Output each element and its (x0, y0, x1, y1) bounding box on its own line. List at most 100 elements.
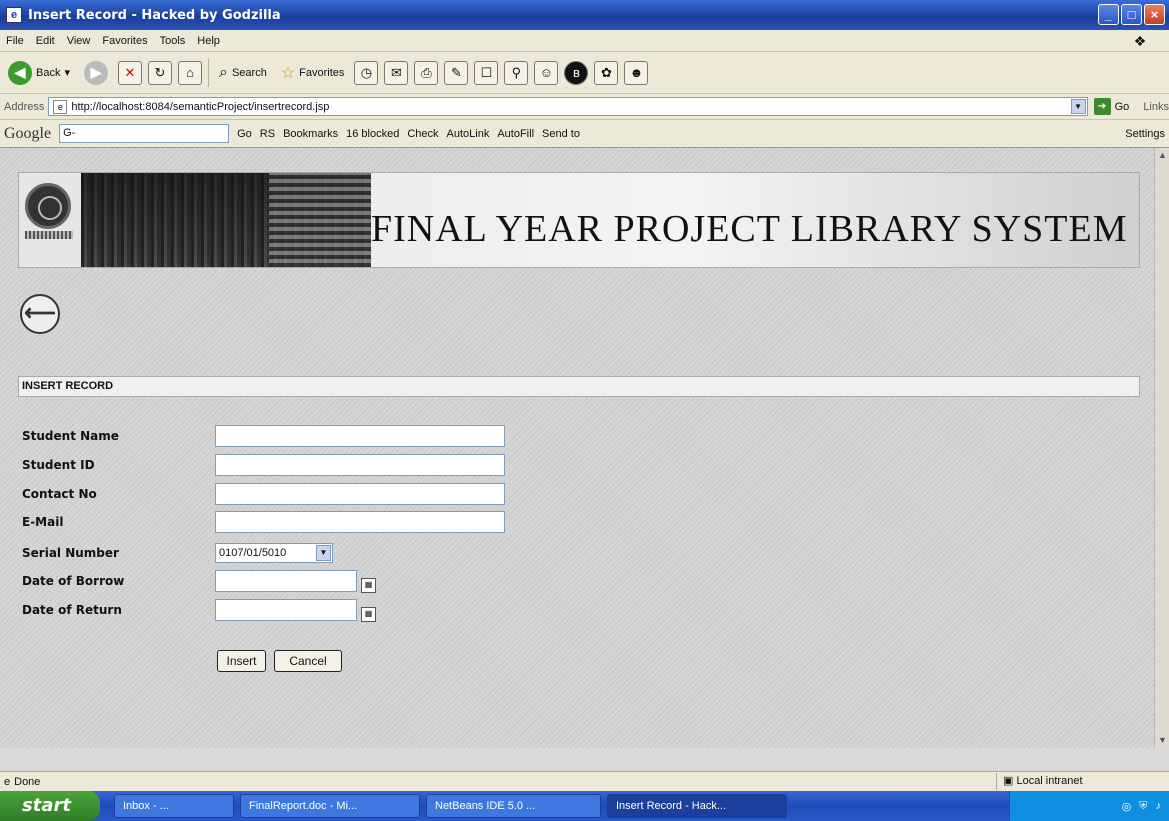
autofill-button[interactable]: AutoFill (497, 128, 534, 140)
menu-bar: File Edit View Favorites Tools Help ❖ (0, 30, 1169, 52)
back-arrow-icon: ◀ (8, 60, 32, 85)
go-arrow-icon: ➔ (1093, 98, 1111, 115)
history-icon[interactable]: ◷ (354, 60, 379, 85)
email-label: E-Mail (22, 515, 64, 529)
favorites-label: Favorites (299, 66, 345, 79)
scroll-up-icon[interactable]: ▲ (1155, 148, 1169, 163)
minimize-button[interactable]: _ (1098, 4, 1119, 25)
window-controls: _ □ × (1098, 4, 1165, 25)
send-to-button[interactable]: Send to (542, 128, 580, 140)
page-icon: e (53, 99, 68, 114)
menu-file[interactable]: File (6, 35, 24, 47)
research-icon[interactable]: ⚲ (504, 60, 529, 85)
date-borrow-row: Date of Borrow ▦ (22, 569, 376, 593)
star-icon: ☆ (280, 64, 296, 82)
student-id-row: Student ID (22, 453, 505, 477)
menu-view[interactable]: View (67, 35, 91, 47)
google-go-button[interactable]: Go (237, 128, 252, 140)
close-button[interactable]: × (1144, 4, 1165, 25)
windows-logo-icon: ❖ (1133, 33, 1147, 49)
student-name-row: Student Name (22, 424, 505, 448)
email-row: E-Mail (22, 510, 505, 534)
calendar-icon[interactable]: ▦ (361, 577, 376, 593)
favorites-button[interactable]: ☆ Favorites (277, 58, 349, 88)
serial-number-label: Serial Number (22, 546, 119, 560)
stop-icon[interactable]: ✕ (118, 60, 142, 85)
spell-check-button[interactable]: Check (407, 128, 438, 140)
insert-button[interactable]: Insert (217, 650, 266, 672)
address-field[interactable]: e http://localhost:8084/semanticProject/… (48, 97, 1088, 116)
system-tray: ◎ ⛨ ♪ (1009, 791, 1169, 821)
popup-blocker-button[interactable]: 16 blocked (346, 128, 399, 140)
people-icon[interactable]: ☻ (624, 60, 649, 85)
email-input[interactable] (215, 511, 505, 533)
page-content: FINAL YEAR PROJECT LIBRARY SYSTEM ⟵ INSE… (0, 148, 1154, 748)
site-banner: FINAL YEAR PROJECT LIBRARY SYSTEM (18, 172, 1140, 268)
title-bar: e Insert Record - Hacked by Godzilla _ □… (0, 0, 1169, 30)
back-circle-icon[interactable]: ⟵ (20, 294, 60, 334)
menu-edit[interactable]: Edit (36, 35, 55, 47)
date-return-input[interactable] (215, 599, 357, 621)
tray-volume-icon[interactable]: ♪ (1156, 800, 1162, 812)
page-status-icon: e (4, 775, 11, 788)
calendar-icon[interactable]: ▦ (361, 606, 376, 622)
refresh-icon[interactable]: ↻ (148, 60, 172, 85)
chevron-down-icon[interactable]: ▼ (316, 545, 331, 561)
university-seal-logo (25, 183, 73, 239)
start-button[interactable]: start (0, 791, 100, 821)
back-button[interactable]: ◀ Back ▾ (4, 58, 74, 88)
vertical-scrollbar[interactable]: ▲ ▼ (1154, 148, 1169, 748)
student-id-input[interactable] (215, 454, 505, 476)
serial-number-select[interactable]: 0107/01/5010 ▼ (215, 543, 333, 563)
intranet-icon: ▣ (1003, 775, 1017, 787)
tray-security-icon[interactable]: ⛨ (1139, 800, 1147, 813)
menu-favorites[interactable]: Favorites (102, 35, 147, 47)
cancel-button[interactable]: Cancel (274, 650, 342, 672)
student-name-input[interactable] (215, 425, 505, 447)
search-button[interactable]: ⌕ Search (215, 58, 271, 88)
student-name-label: Student Name (22, 429, 119, 443)
library-photo-overlay (269, 173, 371, 267)
security-zone: ▣ Local intranet (996, 773, 1168, 790)
chevron-down-icon: ▾ (64, 67, 70, 79)
messenger-icon[interactable]: ☺ (534, 60, 559, 85)
home-icon[interactable]: ⌂ (178, 60, 202, 85)
tray-network-icon[interactable]: ◎ (1122, 800, 1132, 813)
google-search-input[interactable]: G- (59, 124, 230, 143)
date-borrow-input[interactable] (215, 570, 357, 592)
address-label: Address (4, 100, 45, 113)
google-settings-button[interactable]: Settings (1125, 128, 1165, 140)
contact-no-input[interactable] (215, 483, 505, 505)
bluetooth-icon[interactable]: ʙ (564, 60, 589, 85)
maximize-button[interactable]: □ (1121, 4, 1142, 25)
serial-number-row: Serial Number 0107/01/5010 ▼ (22, 541, 333, 565)
menu-tools[interactable]: Tools (160, 35, 186, 47)
print-icon[interactable]: ⎙ (414, 60, 439, 85)
date-return-row: Date of Return ▦ (22, 598, 376, 622)
go-button[interactable]: ➔ Go (1093, 98, 1130, 115)
taskbar-item[interactable]: FinalReport.doc - Mi... (240, 794, 420, 818)
google-rs-button[interactable]: RS (260, 128, 275, 140)
address-url: http://localhost:8084/semanticProject/in… (71, 100, 330, 113)
forward-button[interactable]: ▶ (80, 58, 112, 88)
taskbar-item[interactable]: Inbox - ... (114, 794, 234, 818)
toolbar-separator (208, 58, 209, 87)
google-bookmarks-button[interactable]: Bookmarks (283, 128, 338, 140)
google-logo[interactable]: Google (4, 125, 51, 143)
go-label: Go (1114, 100, 1130, 113)
forward-arrow-icon: ▶ (84, 60, 108, 85)
status-text: Done (14, 775, 41, 788)
plugin-icon[interactable]: ✿ (594, 60, 619, 85)
taskbar-item[interactable]: NetBeans IDE 5.0 ... (426, 794, 601, 818)
search-icon: ⌕ (219, 63, 228, 81)
scroll-down-icon[interactable]: ▼ (1155, 733, 1169, 748)
chevron-down-icon[interactable]: ▼ (1070, 99, 1086, 114)
ie-icon: e (6, 7, 22, 23)
links-button[interactable]: Links (1143, 101, 1169, 113)
autolink-button[interactable]: AutoLink (447, 128, 490, 140)
taskbar-item-active[interactable]: Insert Record - Hack... (607, 794, 787, 818)
discuss-icon[interactable]: ☐ (474, 60, 499, 85)
menu-help[interactable]: Help (197, 35, 220, 47)
edit-icon[interactable]: ✎ (444, 60, 469, 85)
mail-icon[interactable]: ✉ (384, 60, 409, 85)
